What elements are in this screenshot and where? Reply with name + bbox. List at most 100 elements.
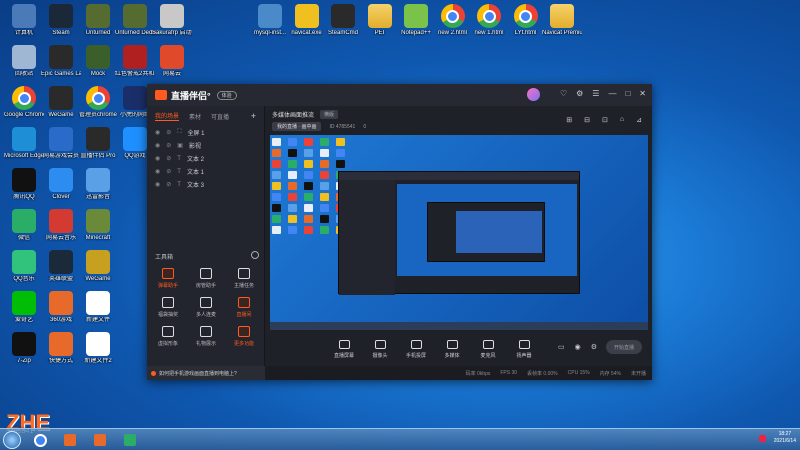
toolbox-tool[interactable]: 直播间 [225, 297, 263, 318]
preview-tool-icon[interactable]: ⊡ [602, 116, 608, 124]
add-source-button[interactable]: + [251, 111, 256, 121]
toolbox-tool[interactable]: 多人连麦 [187, 297, 225, 318]
desktop-icon[interactable]: 英雄联盟 [41, 250, 81, 283]
desktop-icon[interactable]: WeGame [41, 86, 81, 119]
scene-mode-pill[interactable]: 我的直播 · 画中画 [272, 122, 322, 131]
window-controls[interactable]: ♡ ⚙ ☰ — □ ✕ [560, 89, 646, 98]
desktop-icon[interactable]: Unturned Dedicat... [115, 4, 155, 37]
desktop-icon[interactable]: WeGame [78, 250, 118, 283]
clock[interactable]: 18:27 2021/6/14 [774, 431, 796, 445]
desktop-icon[interactable]: 新建文件 [78, 291, 118, 324]
window-control-icon[interactable]: ⚙ [576, 89, 583, 98]
desktop-icon[interactable]: SteamCmd [323, 4, 363, 37]
visibility-icon[interactable]: ◉ [155, 181, 160, 188]
tray-icon[interactable] [758, 434, 766, 442]
tab-scenes[interactable]: 我的场景 [155, 111, 180, 121]
desktop-icon[interactable]: 管理员chrome [78, 86, 118, 119]
window-control-icon[interactable]: □ [625, 89, 630, 98]
live-companion-window[interactable]: 直播伴侣° 体验 ♡ ⚙ ☰ — □ ✕ 我的场景 素材 可直播 + ◉ ⊘ ⛶ 全屏 1 ◉ ⊘ ▣… [147, 84, 652, 380]
source-control[interactable]: 摄像头 [366, 339, 394, 359]
desktop-icon[interactable]: Minecraft [78, 209, 118, 242]
tab-materials[interactable]: 素材 [189, 112, 201, 121]
lock-icon[interactable]: ⊘ [166, 168, 171, 175]
desktop-icon[interactable]: 网易游戏会员 [41, 127, 81, 160]
lock-icon[interactable]: ⊘ [166, 155, 171, 162]
desktop-icon[interactable]: 计算机 [4, 4, 44, 37]
taskbar-item[interactable] [59, 431, 81, 449]
desktop-icon[interactable]: 快捷方式 [41, 332, 81, 365]
visibility-icon[interactable]: ◉ [155, 129, 160, 136]
taskbar-item[interactable] [89, 431, 111, 449]
extra-control-icon[interactable]: ▭ [558, 343, 565, 351]
desktop-icon[interactable]: Clover [41, 168, 81, 201]
window-control-icon[interactable]: ☰ [592, 89, 599, 98]
taskbar-item[interactable] [119, 431, 141, 449]
toolbox-tool[interactable]: 福袋抽奖 [149, 297, 187, 318]
lock-icon[interactable]: ⊘ [166, 129, 171, 136]
desktop-icon[interactable]: 腾讯QQ [4, 168, 44, 201]
window-control-icon[interactable]: — [608, 89, 616, 98]
desktop-icon[interactable]: 回收站 [4, 45, 44, 78]
visibility-icon[interactable]: ◉ [155, 155, 160, 162]
toolbox-tool[interactable]: 虚拟形象 [149, 326, 187, 347]
toolbox-tool[interactable]: 更多功能 [225, 326, 263, 347]
preview-tool-icon[interactable]: ⊟ [584, 116, 590, 124]
source-control[interactable]: 扬声器 [510, 339, 538, 359]
layer-item[interactable]: ◉ ⊘ T 文本 1 [147, 165, 264, 178]
layer-item[interactable]: ◉ ⊘ ▣ 影视 [147, 139, 264, 152]
desktop-icon[interactable]: Navicat Premium [542, 4, 582, 37]
desktop-icon[interactable]: 网易云音乐 [41, 209, 81, 242]
source-control[interactable]: 手机投屏 [402, 339, 430, 359]
visibility-icon[interactable]: ◉ [155, 142, 160, 149]
toolbox-tool[interactable]: 房管助手 [187, 268, 225, 289]
toolbox-tool[interactable]: 主播任务 [225, 268, 263, 289]
desktop-icon[interactable]: Epic Games Launcher [41, 45, 81, 78]
desktop-icon[interactable]: Mock [78, 45, 118, 78]
scene-tag[interactable]: 横版 [320, 110, 339, 119]
version-badge[interactable]: 体验 [216, 90, 237, 100]
preview-tool-icon[interactable]: ⌂ [620, 116, 624, 124]
extra-control-icon[interactable]: ⚙ [591, 343, 597, 351]
desktop-icon[interactable]: 网易云 [152, 45, 192, 78]
desktop-icon[interactable]: Steam [41, 4, 81, 37]
desktop-icon[interactable]: 7-Zip [4, 332, 44, 365]
desktop-icon[interactable]: 红色警戒2共和国之辉 [115, 45, 155, 78]
visibility-icon[interactable]: ◉ [155, 168, 160, 175]
title-bar[interactable]: 直播伴侣° 体验 ♡ ⚙ ☰ — □ ✕ [147, 84, 652, 106]
source-control[interactable]: 多媒体 [438, 339, 466, 359]
start-button[interactable] [3, 430, 21, 449]
preview-tool-icon[interactable]: ⊞ [566, 116, 572, 124]
desktop-icon[interactable]: new 1.html [469, 4, 509, 37]
layer-item[interactable]: ◉ ⊘ T 文本 3 [147, 178, 264, 191]
tab-live[interactable]: 可直播 [211, 112, 229, 121]
window-control-icon[interactable]: ♡ [560, 89, 567, 98]
layer-item[interactable]: ◉ ⊘ T 文本 2 [147, 152, 264, 165]
desktop-icon[interactable]: 迅雷影音 [78, 168, 118, 201]
toolbox-settings-icon[interactable] [251, 251, 259, 259]
preview-canvas[interactable] [270, 135, 648, 330]
layer-item[interactable]: ◉ ⊘ ⛶ 全屏 1 [147, 126, 264, 139]
desktop-icon[interactable]: 360游戏 [41, 291, 81, 324]
desktop-icon[interactable]: new 2.html [433, 4, 473, 37]
avatar[interactable] [527, 88, 540, 101]
desktop-icon[interactable]: Google Chrome [4, 86, 44, 119]
lock-icon[interactable]: ⊘ [166, 142, 171, 149]
desktop-icon[interactable]: Unturned [78, 4, 118, 37]
notice-bar[interactable]: 如何把手机游戏画面直播到电脑上? [147, 366, 265, 380]
desktop-icon[interactable]: PEI [360, 4, 400, 37]
desktop-icon[interactable]: 直播伴侣 Pro [78, 127, 118, 160]
toolbox-tool[interactable]: 弹幕助手 [149, 268, 187, 289]
toolbox-tool[interactable]: 礼物展示 [187, 326, 225, 347]
window-control-icon[interactable]: ✕ [639, 89, 646, 98]
extra-control-icon[interactable]: ◉ [575, 343, 581, 351]
desktop-icon[interactable]: 微信 [4, 209, 44, 242]
source-control[interactable]: 直播屏幕 [330, 339, 358, 359]
desktop-icon[interactable]: Notepad++ [396, 4, 436, 37]
desktop-icon[interactable]: 爱奇艺 [4, 291, 44, 324]
desktop-icon[interactable]: QQ音乐 [4, 250, 44, 283]
desktop-icon[interactable]: LYt.html [506, 4, 546, 37]
desktop-icon[interactable]: navicat.exe [287, 4, 327, 37]
desktop-icon[interactable]: Microsoft Edge [4, 127, 44, 160]
desktop-icon[interactable]: 新建文件2 [78, 332, 118, 365]
taskbar-item[interactable] [29, 431, 51, 449]
